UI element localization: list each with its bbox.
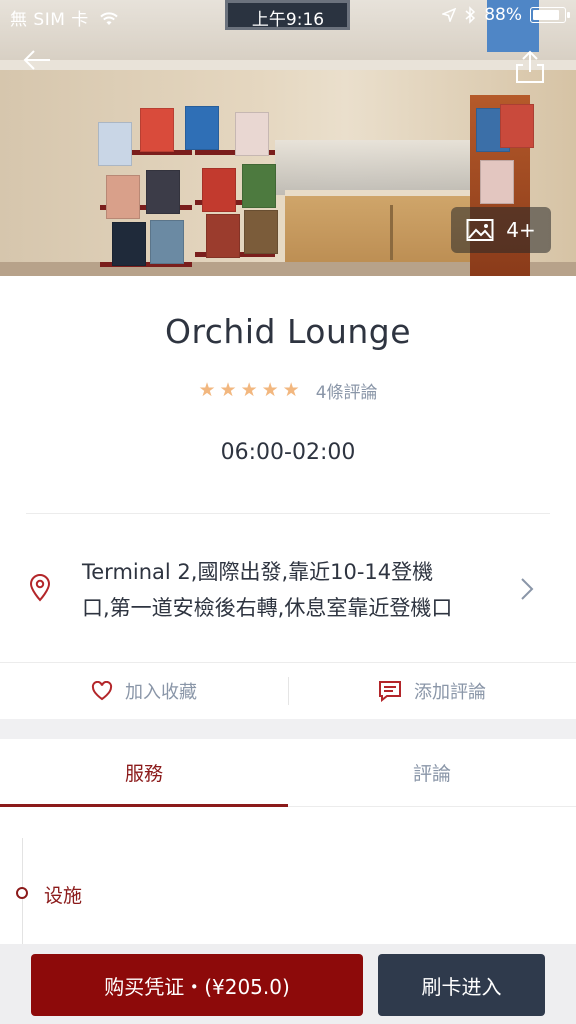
- arrow-left-icon: [23, 50, 50, 70]
- star-icon: ★: [261, 379, 279, 401]
- tab-bar: 服務 評論: [0, 739, 576, 807]
- share-button[interactable]: [514, 50, 550, 86]
- location-arrow-icon: [442, 8, 457, 22]
- review-count[interactable]: 4條評論: [316, 378, 378, 403]
- timeline-dot: [16, 887, 28, 899]
- hero-magazine: [150, 220, 184, 264]
- hero-magazine: [185, 106, 219, 150]
- hero-magazine: [206, 214, 240, 258]
- hero-magazine: [242, 164, 276, 208]
- hero-magazine: [235, 112, 269, 156]
- hero-magazine: [202, 168, 236, 212]
- hero-magazine: [244, 210, 278, 254]
- image-icon: [466, 219, 494, 241]
- hero-magazine: [112, 222, 146, 266]
- address-line-2: 口,第一道安檢後右轉,休息室靠近登機口: [82, 596, 453, 620]
- facility-label: 设施: [44, 885, 83, 907]
- favorite-button[interactable]: 加入收藏: [0, 663, 288, 719]
- address-row[interactable]: Terminal 2,國際出發,靠近10-14登機 口,第一道安檢後右轉,休息室…: [0, 540, 576, 640]
- card-entry-button[interactable]: 刷卡进入: [378, 954, 545, 1016]
- section-gap: [0, 719, 576, 739]
- hero-counter-handle: [390, 205, 393, 260]
- photo-count-label: 4+: [506, 218, 536, 242]
- chevron-right-icon: [521, 578, 534, 600]
- opening-hours: 06:00-02:00: [220, 440, 356, 465]
- battery-fill: [533, 10, 560, 20]
- hero-magazine: [500, 104, 534, 148]
- action-row: 加入收藏 添加評論: [0, 663, 576, 719]
- buy-voucher-button[interactable]: 购买凭证・(¥205.0): [31, 954, 363, 1016]
- tab-reviews[interactable]: 評論: [288, 739, 576, 806]
- favorite-label: 加入收藏: [125, 682, 197, 703]
- share-icon: [516, 50, 544, 83]
- location-pin-icon: [29, 574, 51, 602]
- hero-magazine: [480, 160, 514, 204]
- divider: [26, 513, 550, 514]
- status-bar: 無 SIM 卡 上午9:16 88%: [0, 0, 576, 32]
- hero-display-case: [275, 140, 480, 195]
- hero-stripe: [0, 60, 576, 70]
- add-review-button[interactable]: 添加評論: [288, 663, 576, 719]
- bluetooth-icon: [465, 6, 476, 24]
- address-line-1: Terminal 2,國際出發,靠近10-14登機: [82, 560, 434, 584]
- lounge-name: Orchid Lounge: [164, 312, 412, 351]
- rating-stars: ★ ★ ★ ★ ★: [198, 381, 299, 400]
- heart-icon: [91, 681, 113, 701]
- hero-magazine: [146, 170, 180, 214]
- back-button[interactable]: [22, 48, 62, 84]
- photo-gallery-button[interactable]: 4+: [451, 207, 551, 253]
- star-icon: ★: [219, 379, 237, 401]
- bottom-bar: 购买凭证・(¥205.0) 刷卡进入: [0, 944, 576, 1024]
- add-review-label: 添加評論: [414, 682, 486, 703]
- tab-services[interactable]: 服務: [0, 739, 288, 807]
- star-icon: ★: [198, 379, 216, 401]
- rating-row[interactable]: ★ ★ ★ ★ ★ 4條評論: [0, 378, 576, 404]
- action-separator: [288, 677, 289, 705]
- hero-magazine: [140, 108, 174, 152]
- star-icon: ★: [240, 379, 258, 401]
- battery-percent: 88%: [484, 5, 522, 25]
- status-right: 88%: [442, 5, 570, 25]
- battery-icon: [530, 7, 570, 23]
- hero-magazine: [106, 175, 140, 219]
- address-text: Terminal 2,國際出發,靠近10-14登機 口,第一道安檢後右轉,休息室…: [82, 554, 492, 626]
- star-icon: ★: [282, 379, 300, 401]
- comment-icon: [379, 681, 401, 702]
- hero-magazine: [98, 122, 132, 166]
